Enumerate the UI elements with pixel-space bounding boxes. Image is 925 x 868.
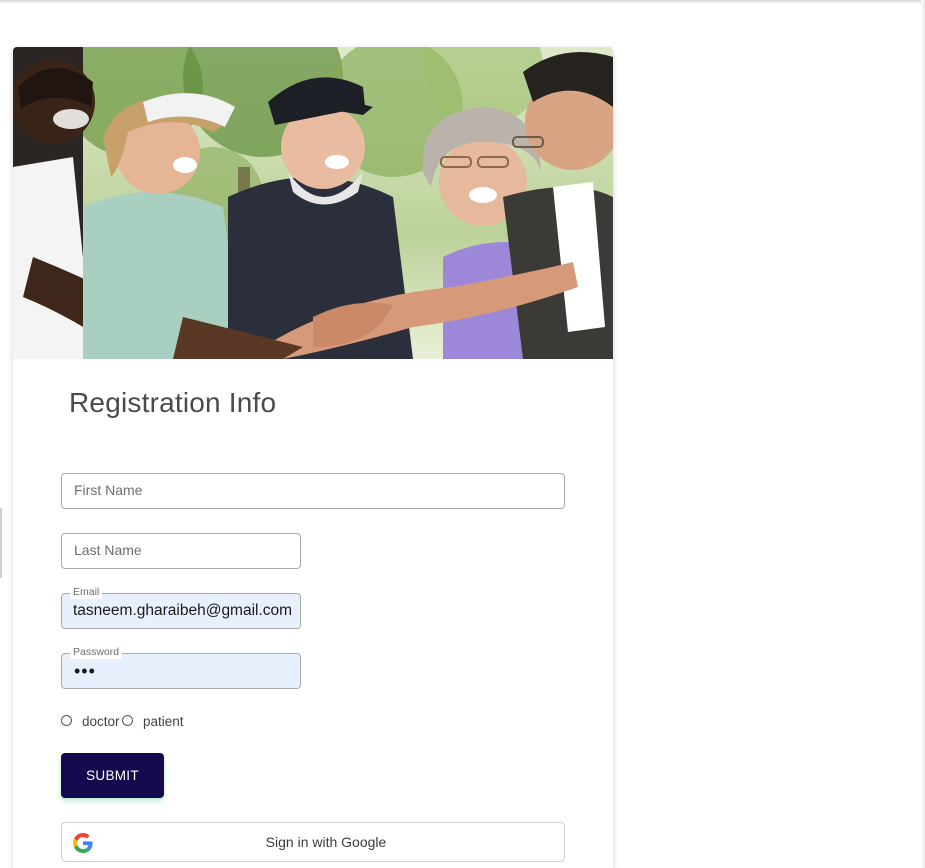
first-name-placeholder: First Name xyxy=(74,482,143,498)
first-name-field[interactable]: First Name xyxy=(61,473,565,509)
password-masked-value: ••• xyxy=(74,661,96,681)
email-field[interactable]: Email tasneem.gharaibeh@gmail.com xyxy=(61,586,301,629)
registration-card: Registration Info First Name Last Name E… xyxy=(13,47,613,868)
doctor-radio-label[interactable]: doctor xyxy=(82,714,120,729)
password-field[interactable]: Password ••• xyxy=(61,646,301,689)
doctor-radio-icon[interactable] xyxy=(61,715,72,726)
email-value: tasneem.gharaibeh@gmail.com xyxy=(73,602,293,619)
page-right-edge xyxy=(921,0,925,868)
last-name-placeholder: Last Name xyxy=(74,542,142,558)
page-left-scroll-mark xyxy=(0,508,2,578)
email-label: Email xyxy=(70,586,103,599)
patient-radio-icon[interactable] xyxy=(122,715,133,726)
google-signin-label: Sign in with Google xyxy=(265,834,387,850)
submit-button[interactable]: SUBMIT xyxy=(61,753,164,798)
hero-photo-illustration xyxy=(13,47,613,359)
last-name-field[interactable]: Last Name xyxy=(61,533,301,569)
google-signin-button[interactable]: Sign in with Google xyxy=(61,822,565,862)
password-label: Password xyxy=(70,646,123,659)
hero-image xyxy=(13,47,613,359)
patient-radio-label[interactable]: patient xyxy=(143,714,184,729)
page-title: Registration Info xyxy=(69,387,277,418)
browser-top-edge xyxy=(0,0,925,4)
